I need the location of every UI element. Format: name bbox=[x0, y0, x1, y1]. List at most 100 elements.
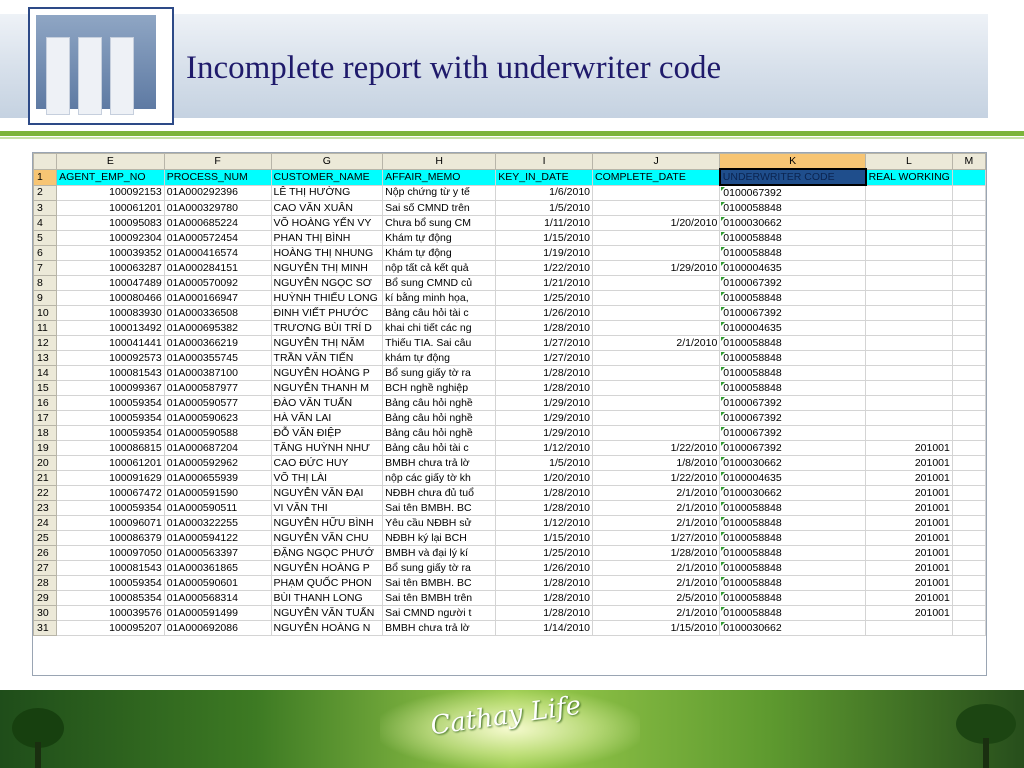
cell-real-working[interactable]: 201001 bbox=[865, 545, 953, 561]
cell-underwriter-code[interactable]: 0100058848 bbox=[719, 560, 867, 576]
cell-underwriter-code[interactable]: 0100067392 bbox=[719, 410, 867, 426]
row-header[interactable]: 26 bbox=[33, 545, 58, 561]
cell-key-in-date[interactable]: 1/28/2010 bbox=[495, 365, 593, 381]
cell-process-num[interactable]: 01A000590511 bbox=[163, 500, 272, 516]
row-header[interactable]: 23 bbox=[33, 500, 58, 516]
cell-customer-name[interactable]: LÊ THỊ HƯỜNG bbox=[270, 184, 384, 201]
cell-real-working[interactable] bbox=[865, 184, 953, 201]
cell-affair-memo[interactable]: Thiếu TIA. Sai câu bbox=[382, 335, 497, 351]
cell-customer-name[interactable]: CAO VĂN XUÂN bbox=[270, 200, 384, 216]
cell-agent-emp-no[interactable]: 100096071 bbox=[56, 515, 165, 531]
row-header[interactable]: 7 bbox=[33, 260, 58, 276]
cell-underwriter-code[interactable]: 0100058848 bbox=[719, 230, 867, 246]
cell-agent-emp-no[interactable]: 100083930 bbox=[56, 305, 165, 321]
cell-process-num[interactable]: 01A000322255 bbox=[163, 515, 272, 531]
cell-key-in-date[interactable]: 1/22/2010 bbox=[495, 260, 593, 276]
header-cell[interactable]: KEY_IN_DATE bbox=[495, 168, 593, 186]
cell-key-in-date[interactable]: 1/21/2010 bbox=[495, 275, 593, 291]
cell-complete-date[interactable] bbox=[591, 410, 721, 426]
cell-affair-memo[interactable]: Bổ sung CMND củ bbox=[382, 275, 497, 291]
cell-customer-name[interactable]: NGUYỄN HOÀNG P bbox=[270, 365, 384, 381]
cell-customer-name[interactable]: VÕ THỊ LÀI bbox=[270, 470, 384, 486]
cell-complete-date[interactable] bbox=[591, 200, 721, 216]
header-cell[interactable]: AGENT_EMP_NO bbox=[56, 168, 165, 186]
row-header[interactable]: 6 bbox=[33, 245, 58, 261]
cell-underwriter-code[interactable]: 0100058848 bbox=[719, 200, 867, 216]
cell-agent-emp-no[interactable]: 100092304 bbox=[56, 230, 165, 246]
cell-customer-name[interactable]: VI VĂN THI bbox=[270, 500, 384, 516]
row-header[interactable]: 2 bbox=[33, 184, 58, 201]
cell-affair-memo[interactable]: Sai tên BMBH. BC bbox=[382, 500, 497, 516]
cell-process-num[interactable]: 01A000572454 bbox=[163, 230, 272, 246]
cell-customer-name[interactable]: ĐÀO VĂN TUẤN bbox=[270, 395, 384, 411]
cell-real-working[interactable]: 201001 bbox=[865, 515, 953, 531]
cell-complete-date[interactable]: 1/22/2010 bbox=[591, 440, 721, 456]
cell-affair-memo[interactable]: Bảng câu hỏi nghề bbox=[382, 395, 497, 411]
cell-empty[interactable] bbox=[951, 215, 986, 231]
cell-empty[interactable] bbox=[951, 620, 986, 636]
column-header[interactable]: F bbox=[163, 153, 272, 170]
cell-empty[interactable] bbox=[951, 470, 986, 486]
cell-customer-name[interactable]: ĐỖ VĂN ĐIỆP bbox=[270, 425, 384, 441]
cell-agent-emp-no[interactable]: 100086379 bbox=[56, 530, 165, 546]
header-cell[interactable] bbox=[951, 168, 986, 186]
row-header[interactable]: 30 bbox=[33, 605, 58, 621]
cell-key-in-date[interactable]: 1/29/2010 bbox=[495, 410, 593, 426]
cell-agent-emp-no[interactable]: 100097050 bbox=[56, 545, 165, 561]
cell-complete-date[interactable]: 1/27/2010 bbox=[591, 530, 721, 546]
cell-key-in-date[interactable]: 1/15/2010 bbox=[495, 530, 593, 546]
cell-key-in-date[interactable]: 1/29/2010 bbox=[495, 425, 593, 441]
cell-real-working[interactable] bbox=[865, 290, 953, 306]
cell-key-in-date[interactable]: 1/28/2010 bbox=[495, 575, 593, 591]
cell-empty[interactable] bbox=[951, 230, 986, 246]
cell-affair-memo[interactable]: BMBH và đại lý kí bbox=[382, 545, 497, 561]
cell-real-working[interactable] bbox=[865, 410, 953, 426]
cell-agent-emp-no[interactable]: 100095083 bbox=[56, 215, 165, 231]
cell-complete-date[interactable]: 2/1/2010 bbox=[591, 560, 721, 576]
cell-agent-emp-no[interactable]: 100059354 bbox=[56, 575, 165, 591]
cell-empty[interactable] bbox=[951, 545, 986, 561]
cell-empty[interactable] bbox=[951, 590, 986, 606]
row-header[interactable]: 17 bbox=[33, 410, 58, 426]
cell-empty[interactable] bbox=[951, 425, 986, 441]
cell-affair-memo[interactable]: BMBH chưa trả lờ bbox=[382, 620, 497, 636]
cell-agent-emp-no[interactable]: 100086815 bbox=[56, 440, 165, 456]
row-header[interactable]: 10 bbox=[33, 305, 58, 321]
cell-underwriter-code[interactable]: 0100058848 bbox=[719, 515, 867, 531]
cell-affair-memo[interactable]: Chưa bổ sung CM bbox=[382, 215, 497, 231]
cell-agent-emp-no[interactable]: 100059354 bbox=[56, 410, 165, 426]
cell-key-in-date[interactable]: 1/25/2010 bbox=[495, 290, 593, 306]
cell-underwriter-code[interactable]: 0100004635 bbox=[719, 320, 867, 336]
cell-underwriter-code[interactable]: 0100058848 bbox=[719, 380, 867, 396]
cell-affair-memo[interactable]: Nộp chứng từ y tế bbox=[382, 184, 497, 201]
cell-customer-name[interactable]: TRẦN VĂN TIẾN bbox=[270, 350, 384, 366]
row-header[interactable]: 24 bbox=[33, 515, 58, 531]
row-header[interactable]: 18 bbox=[33, 425, 58, 441]
cell-agent-emp-no[interactable]: 100059354 bbox=[56, 500, 165, 516]
cell-process-num[interactable]: 01A000355745 bbox=[163, 350, 272, 366]
cell-customer-name[interactable]: CAO ĐỨC HUY bbox=[270, 455, 384, 471]
cell-underwriter-code[interactable]: 0100030662 bbox=[719, 455, 867, 471]
cell-real-working[interactable]: 201001 bbox=[865, 530, 953, 546]
column-header[interactable]: H bbox=[382, 153, 497, 170]
row-header[interactable]: 14 bbox=[33, 365, 58, 381]
cell-agent-emp-no[interactable]: 100081543 bbox=[56, 560, 165, 576]
cell-customer-name[interactable]: VÕ HOÀNG YẾN VY bbox=[270, 215, 384, 231]
cell-customer-name[interactable]: HOÀNG THỊ NHUNG bbox=[270, 245, 384, 261]
cell-underwriter-code[interactable]: 0100067392 bbox=[719, 395, 867, 411]
cell-complete-date[interactable] bbox=[591, 245, 721, 261]
cell-complete-date[interactable] bbox=[591, 380, 721, 396]
cell-empty[interactable] bbox=[951, 260, 986, 276]
cell-key-in-date[interactable]: 1/5/2010 bbox=[495, 200, 593, 216]
cell-empty[interactable] bbox=[951, 350, 986, 366]
cell-real-working[interactable] bbox=[865, 260, 953, 276]
cell-empty[interactable] bbox=[951, 305, 986, 321]
cell-process-num[interactable]: 01A000590601 bbox=[163, 575, 272, 591]
cell-underwriter-code[interactable]: 0100058848 bbox=[719, 365, 867, 381]
cell-agent-emp-no[interactable]: 100080466 bbox=[56, 290, 165, 306]
cell-agent-emp-no[interactable]: 100081543 bbox=[56, 365, 165, 381]
cell-process-num[interactable]: 01A000655939 bbox=[163, 470, 272, 486]
cell-customer-name[interactable]: TĂNG HUỲNH NHƯ bbox=[270, 440, 384, 456]
cell-affair-memo[interactable]: Sai số CMND trên bbox=[382, 200, 497, 216]
cell-complete-date[interactable]: 1/20/2010 bbox=[591, 215, 721, 231]
